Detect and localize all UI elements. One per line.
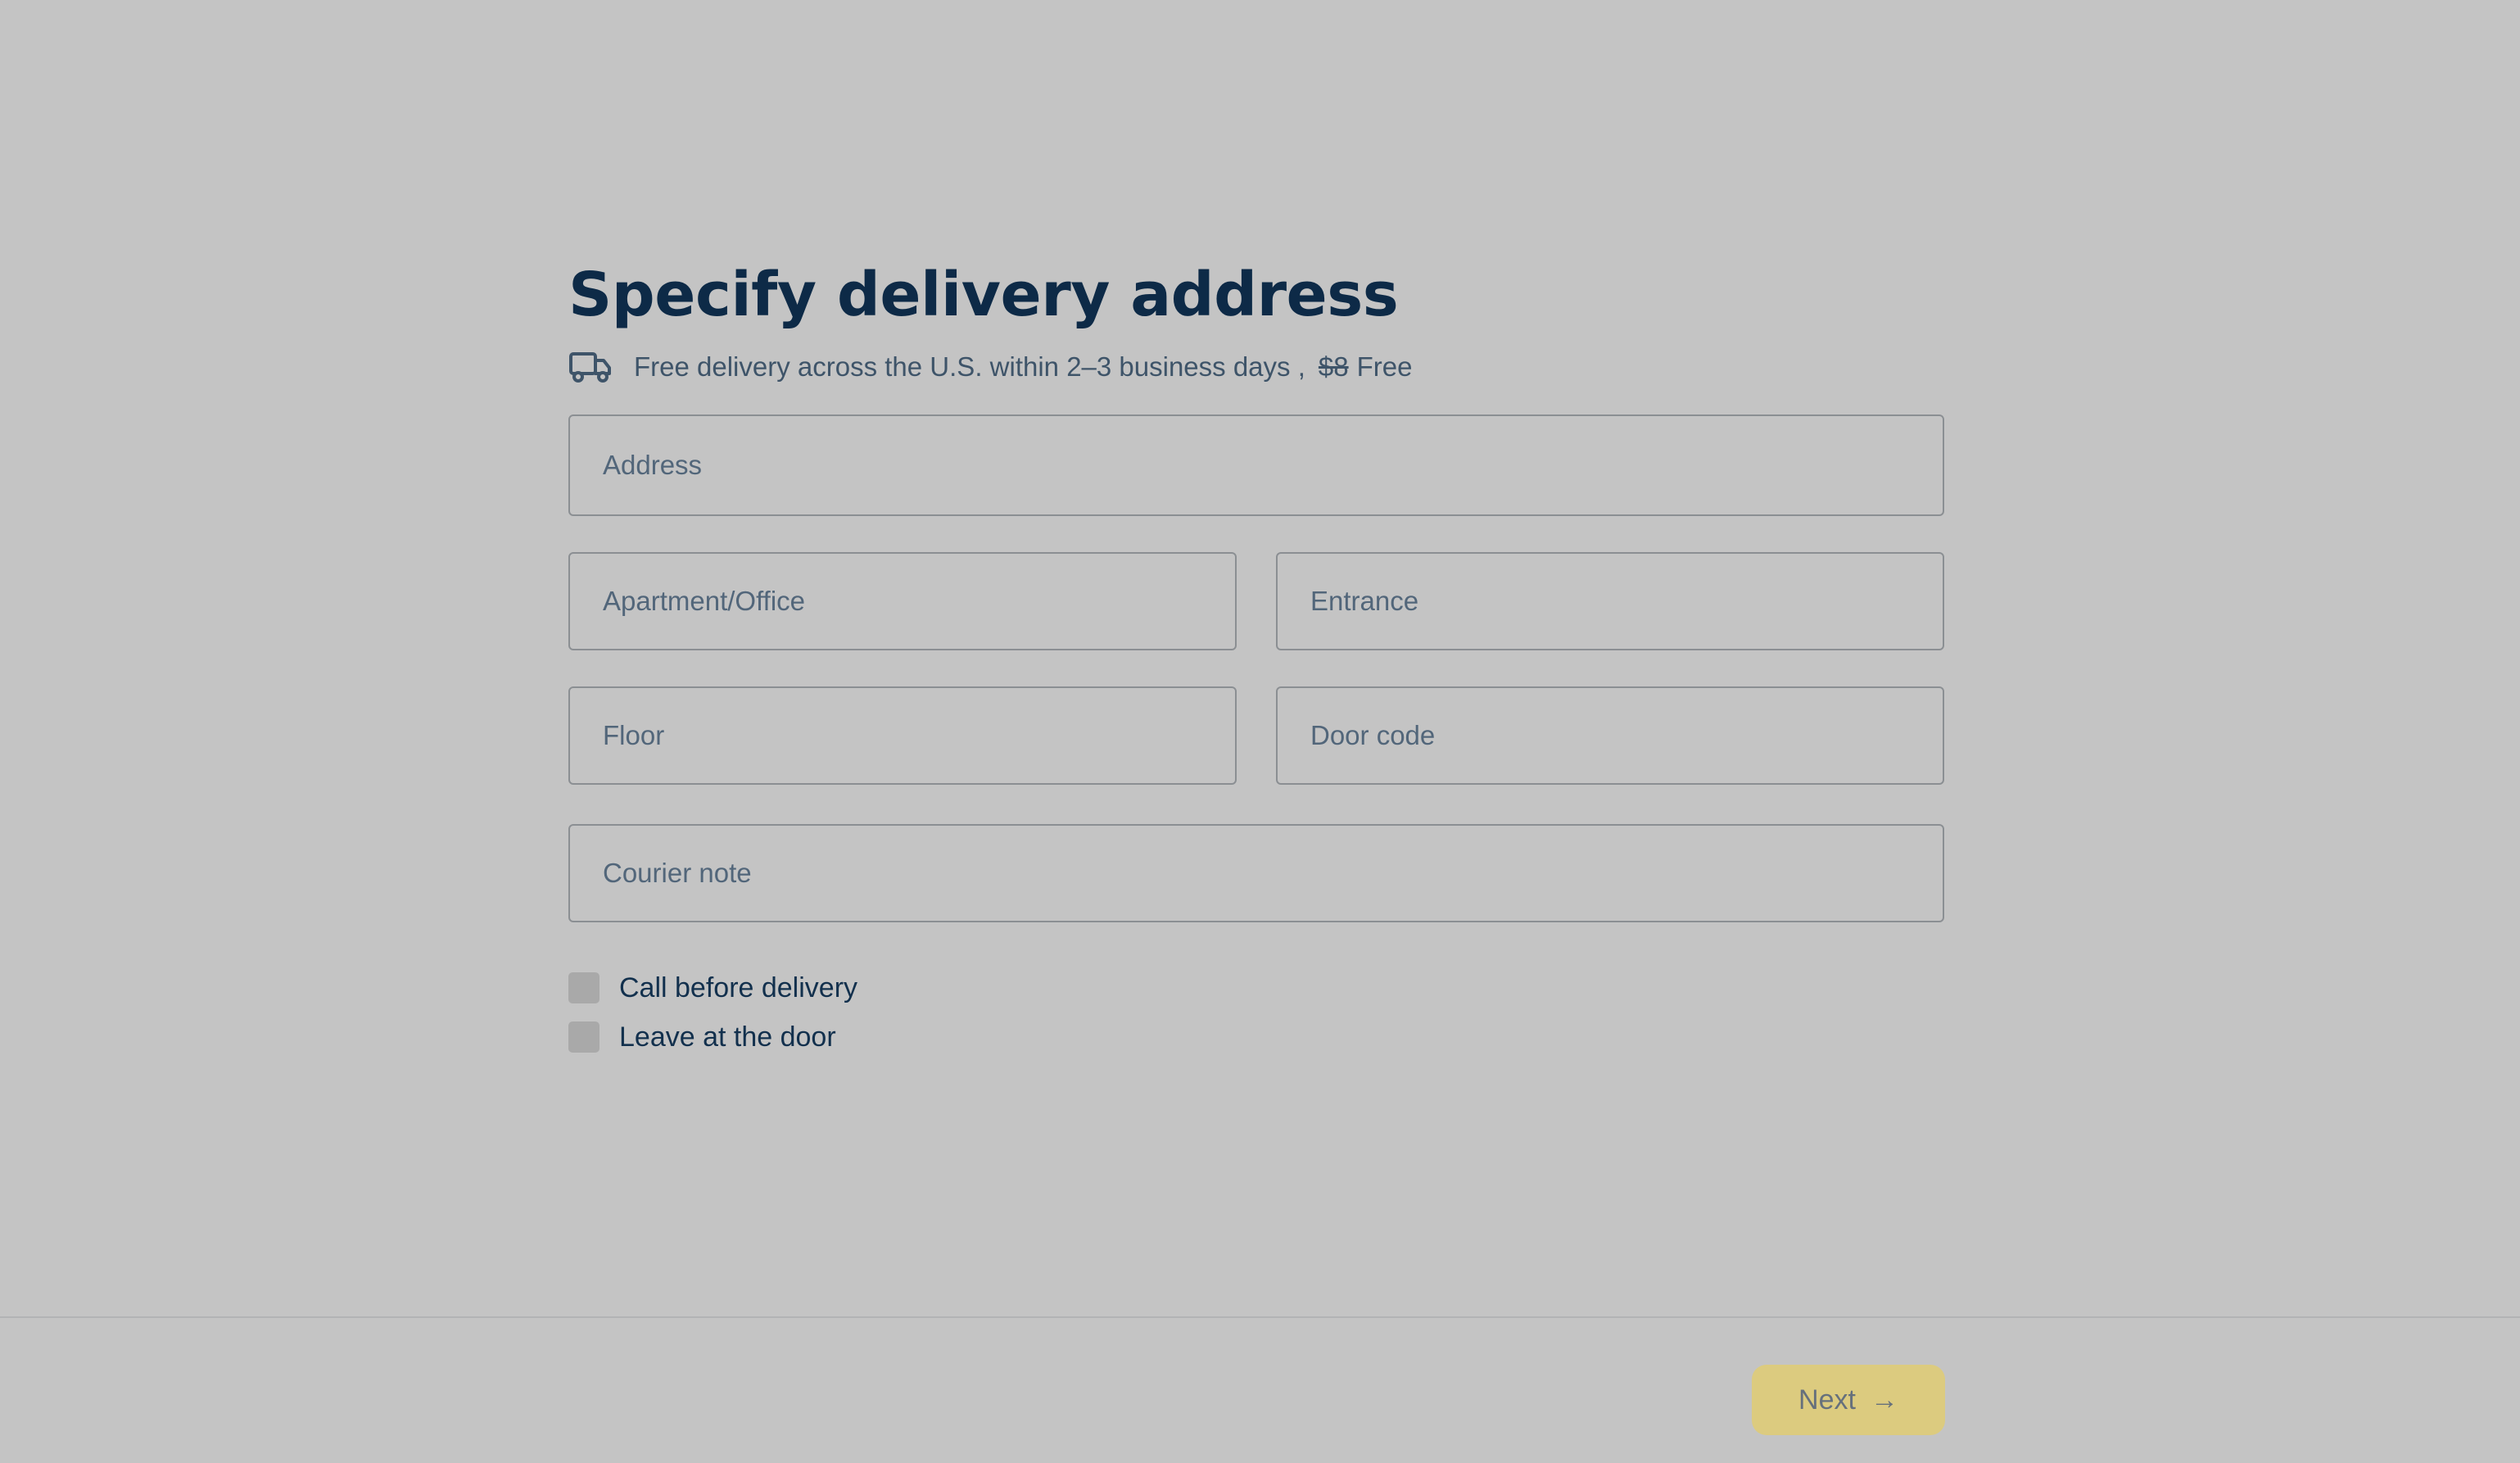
page-title: Specify delivery address: [568, 260, 1399, 330]
old-price: $8: [1318, 351, 1349, 382]
address-input[interactable]: [603, 416, 1943, 514]
call-before-delivery-checkbox[interactable]: [568, 972, 599, 1003]
floor-field-wrapper: [568, 686, 1237, 785]
delivery-options: Call before delivery Leave at the door: [568, 963, 1944, 1062]
courier-note-field-wrapper: [568, 824, 1944, 922]
address-field-wrapper: [568, 414, 1944, 516]
door-code-input[interactable]: [1310, 688, 1943, 783]
entrance-field-wrapper: [1276, 552, 1944, 650]
floor-input[interactable]: [603, 688, 1235, 783]
delivery-address-page: Specify delivery address Free delivery a…: [0, 0, 2520, 1463]
floor-doorcode-row: [568, 686, 1944, 785]
next-button[interactable]: Next →: [1752, 1365, 1945, 1435]
truck-icon: [569, 352, 611, 383]
delivery-text: Free delivery across the U.S. within 2–3…: [634, 351, 1305, 382]
delivery-info: Free delivery across the U.S. within 2–3…: [568, 344, 1944, 390]
address-form-container: Specify delivery address Free delivery a…: [568, 254, 1944, 1062]
call-before-delivery-option[interactable]: Call before delivery: [568, 963, 1944, 1012]
footer-divider: [0, 1316, 2520, 1318]
leave-at-door-label: Leave at the door: [619, 1021, 836, 1053]
leave-at-door-option[interactable]: Leave at the door: [568, 1012, 1944, 1062]
door-code-field-wrapper: [1276, 686, 1944, 785]
apartment-field-wrapper: [568, 552, 1237, 650]
apartment-entrance-row: [568, 552, 1944, 650]
apartment-input[interactable]: [603, 554, 1235, 649]
courier-note-input[interactable]: [603, 826, 1943, 921]
entrance-input[interactable]: [1310, 554, 1943, 649]
new-price: Free: [1356, 351, 1413, 382]
arrow-right-icon: →: [1870, 1384, 1898, 1415]
leave-at-door-checkbox[interactable]: [568, 1021, 599, 1053]
call-before-delivery-label: Call before delivery: [619, 972, 858, 1003]
next-button-label: Next: [1798, 1384, 1856, 1415]
